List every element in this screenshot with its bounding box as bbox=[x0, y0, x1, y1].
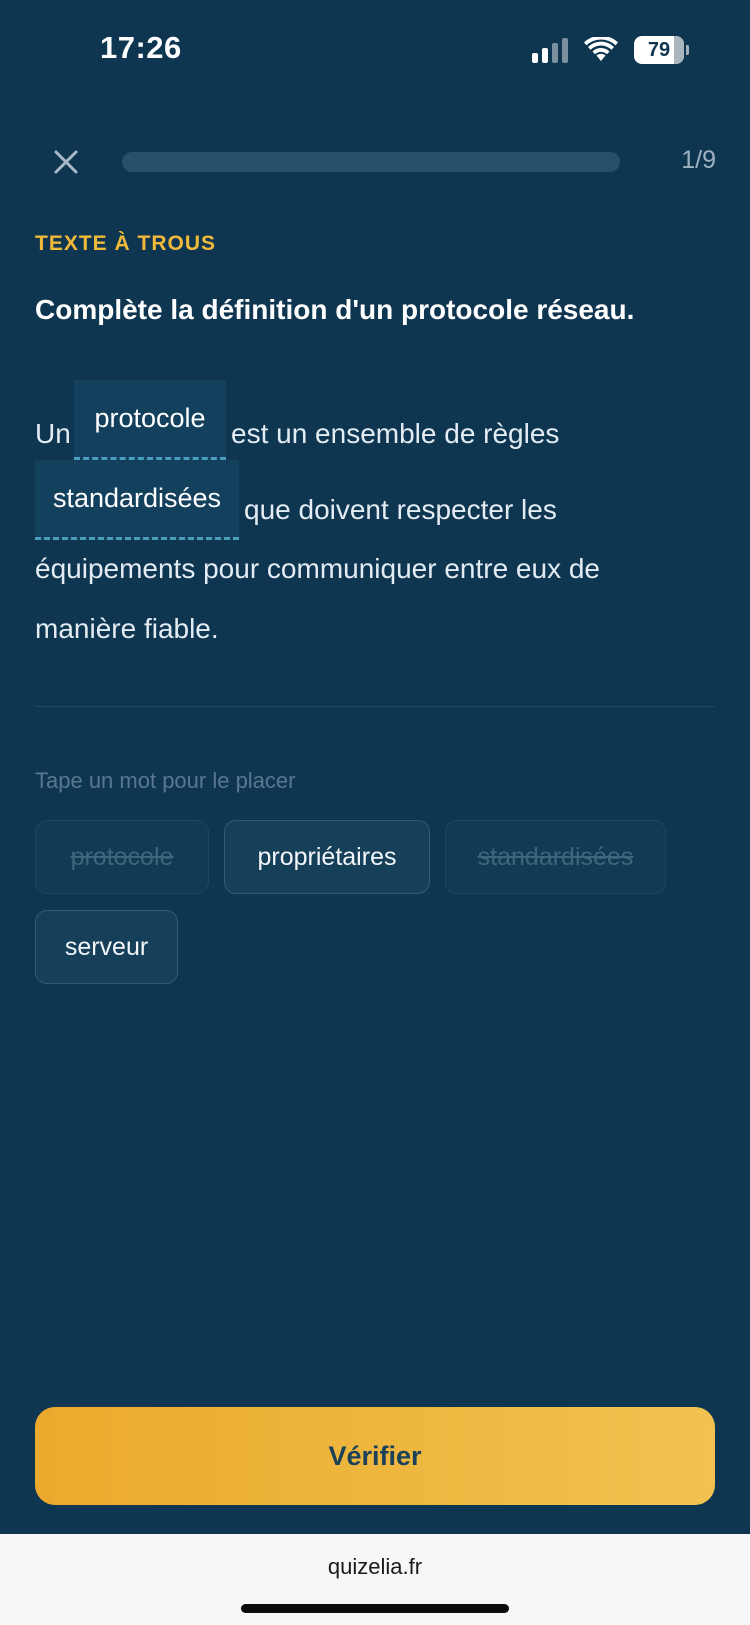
progress-count: 1/9 bbox=[681, 146, 716, 174]
exercise-type-label: TEXTE À TROUS bbox=[35, 232, 217, 255]
browser-bottom-bar: quizelia.fr bbox=[0, 1534, 750, 1625]
passage-text: que doivent respecter les bbox=[244, 494, 557, 525]
cellular-signal-icon bbox=[532, 37, 568, 63]
word-chip-proprietaires[interactable]: propriétaires bbox=[224, 820, 430, 894]
battery-level: 79 bbox=[647, 38, 671, 61]
close-button[interactable] bbox=[46, 142, 86, 182]
passage-text: manière fiable. bbox=[35, 613, 219, 644]
progress-bar bbox=[122, 152, 620, 172]
passage-text: équipements pour communiquer entre eux d… bbox=[35, 553, 601, 584]
verify-button[interactable]: Vérifier bbox=[35, 1407, 715, 1505]
word-chip-serveur[interactable]: serveur bbox=[35, 910, 178, 984]
battery-icon: 79 bbox=[634, 36, 689, 64]
blank-1[interactable]: protocole bbox=[74, 380, 226, 460]
blank-2[interactable]: standardisées bbox=[35, 460, 239, 540]
question-title: Complète la définition d'un protocole ré… bbox=[35, 294, 635, 325]
word-chip-protocole[interactable]: protocole bbox=[35, 820, 209, 894]
status-time: 17:26 bbox=[100, 30, 182, 65]
divider bbox=[35, 706, 715, 707]
app-screen: 17:26 79 1/9 TEXTE À TROUS Complète la d… bbox=[0, 0, 750, 1534]
address-bar-url[interactable]: quizelia.fr bbox=[0, 1554, 750, 1580]
status-icons: 79 bbox=[532, 36, 689, 64]
passage-text: Un bbox=[35, 418, 71, 449]
word-chip-standardisees[interactable]: standardisées bbox=[445, 820, 666, 894]
passage-text: est un ensemble de règles bbox=[231, 418, 560, 449]
wifi-icon bbox=[584, 37, 618, 61]
close-icon bbox=[54, 150, 78, 174]
word-bank-hint: Tape un mot pour le placer bbox=[35, 768, 296, 793]
home-indicator[interactable] bbox=[241, 1604, 509, 1613]
